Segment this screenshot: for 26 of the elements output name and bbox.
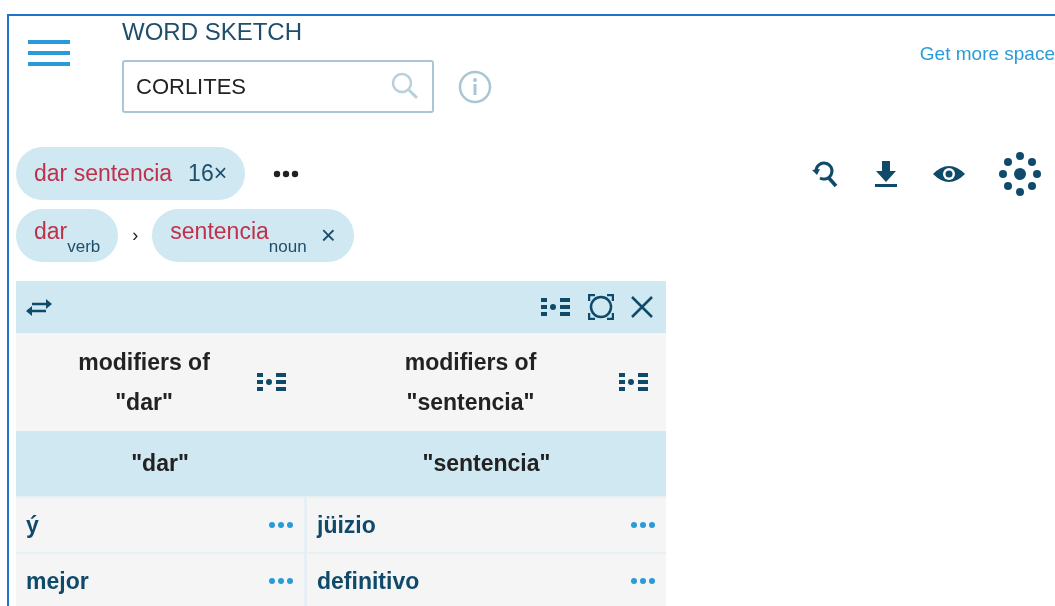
menu-button[interactable] bbox=[28, 38, 70, 68]
dots-circle-icon[interactable] bbox=[999, 151, 1041, 196]
columns-icon[interactable] bbox=[256, 370, 288, 394]
fullscreen-icon[interactable] bbox=[588, 294, 614, 320]
close-icon[interactable] bbox=[630, 295, 654, 319]
column-subheading: "sentencia" bbox=[421, 449, 552, 479]
part-of-speech: verb bbox=[67, 235, 101, 258]
column-heading: modifiers of "dar" bbox=[77, 348, 211, 417]
download-icon[interactable] bbox=[873, 158, 899, 189]
remove-button[interactable]: × bbox=[320, 216, 336, 255]
page-title: WORD SKETCH bbox=[122, 18, 303, 46]
more-icon[interactable] bbox=[273, 169, 300, 178]
query-text: dar sentencia bbox=[34, 159, 173, 189]
chip-word: dar bbox=[34, 217, 68, 245]
columns-icon[interactable] bbox=[540, 295, 572, 319]
query-count: 16× bbox=[188, 159, 228, 189]
swap-icon[interactable] bbox=[26, 297, 52, 317]
breadcrumb-separator: › bbox=[132, 224, 139, 247]
chip-word: sentencia bbox=[170, 217, 269, 247]
column-heading: modifiers of "sentencia" bbox=[403, 348, 538, 417]
part-of-speech: noun bbox=[268, 236, 307, 258]
search-field[interactable]: CORLITES bbox=[122, 60, 434, 113]
query-chip[interactable]: dar sentencia 16× bbox=[16, 147, 246, 200]
column-subheading: "dar" bbox=[130, 449, 190, 479]
search-icon bbox=[390, 71, 420, 101]
columns-icon[interactable] bbox=[618, 370, 650, 394]
